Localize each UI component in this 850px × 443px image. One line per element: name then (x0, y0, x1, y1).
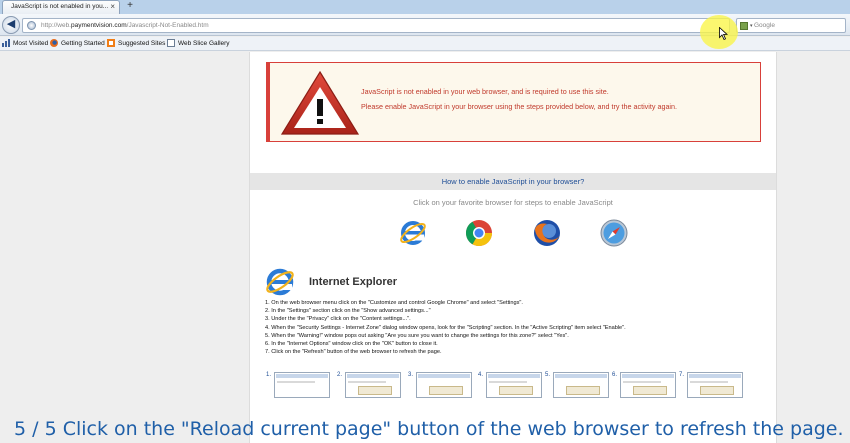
javascript-alert-box: JavaScript is not enabled in your web br… (266, 62, 761, 142)
safari-icon[interactable] (599, 218, 629, 248)
step-thumbnail[interactable]: 1. (266, 370, 330, 400)
alert-message-line2: Please enable JavaScript in your browser… (361, 102, 678, 111)
howto-heading: How to enable JavaScript in your browser… (250, 173, 776, 190)
bookmark-label: Suggested Sites (118, 40, 166, 47)
bookmark-label: Web Slice Gallery (178, 40, 230, 47)
step-thumbnail[interactable]: 3. (408, 370, 472, 400)
step-thumbnail[interactable]: 2. (337, 370, 401, 400)
thumbnail-screenshot (620, 372, 676, 398)
instruction-step: 2. In the "Settings" section click on th… (265, 308, 431, 315)
section-title: Internet Explorer (309, 276, 398, 288)
instruction-step: 7. Click on the "Refresh" button of the … (265, 349, 442, 356)
url-text[interactable]: http://web.paymentvision.com/Javascript-… (41, 20, 209, 32)
step-thumbnail[interactable]: 4. (478, 370, 542, 400)
step-thumbnail[interactable]: 7. (679, 370, 743, 400)
instruction-step: 6. In the "Internet Options" window clic… (265, 341, 438, 348)
howto-subheading: Click on your favorite browser for steps… (413, 198, 613, 207)
chevron-down-icon[interactable]: ▾ (750, 20, 753, 32)
thumbnail-screenshot (687, 372, 743, 398)
internet-explorer-logo-icon (266, 268, 294, 296)
thumbnail-number: 7. (679, 372, 685, 378)
instruction-step: 1. On the web browser menu click on the … (265, 300, 523, 306)
suggested-sites-icon (107, 39, 115, 48)
url-path: /Javascript-Not-Enabled.htm (126, 22, 209, 29)
step-thumbnails: 1. 2. 3. 4. 5. 6. 7. (266, 370, 766, 400)
thumbnail-number: 5. (545, 372, 551, 378)
search-engine-icon[interactable] (740, 22, 748, 30)
chrome-icon[interactable] (464, 218, 494, 248)
step-thumbnail[interactable]: 5. (545, 370, 609, 400)
warning-triangle-icon (280, 70, 360, 135)
tab-active[interactable]: JavaScript is not enabled in you... × (2, 0, 120, 14)
instruction-step: 3. Under the the "Privacy" click on the … (265, 316, 411, 323)
thumbnail-screenshot (486, 372, 542, 398)
page-content: JavaScript is not enabled in your web br… (249, 52, 777, 443)
bookmark-web-slice-gallery[interactable]: Web Slice Gallery (167, 38, 230, 50)
thumbnail-number: 2. (337, 372, 343, 378)
most-visited-icon (2, 39, 10, 48)
bookmark-getting-started[interactable]: Getting Started (50, 38, 105, 50)
bookmark-most-visited[interactable]: Most Visited (2, 38, 48, 50)
site-identity-icon[interactable] (27, 21, 36, 30)
bookmark-label: Most Visited (13, 40, 49, 47)
url-prefix: http://web. (41, 22, 71, 29)
thumbnail-number: 6. (612, 372, 618, 378)
step-thumbnail[interactable]: 6. (612, 370, 676, 400)
address-bar[interactable]: http://web.paymentvision.com/Javascript-… (22, 18, 742, 33)
back-arrow-icon: ◀ (6, 18, 16, 30)
thumbnail-screenshot (553, 372, 609, 398)
mouse-cursor-icon (719, 26, 729, 42)
thumbnail-screenshot (274, 372, 330, 398)
url-domain: paymentvision.com (71, 22, 127, 29)
internet-explorer-icon[interactable] (398, 218, 428, 248)
bookmark-suggested-sites[interactable]: Suggested Sites (107, 38, 165, 50)
search-placeholder: Google (754, 22, 775, 29)
instructions-list: 1. On the web browser menu click on the … (265, 299, 770, 356)
instruction-step: 4. When the "Security Settings - Interne… (265, 324, 626, 331)
thumbnail-number: 4. (478, 372, 484, 378)
thumbnail-number: 1. (266, 372, 272, 378)
close-tab-icon[interactable]: × (110, 1, 115, 13)
firefox-icon[interactable] (532, 218, 562, 248)
tab-bar: JavaScript is not enabled in you... × + (0, 0, 850, 14)
thumbnail-number: 3. (408, 372, 414, 378)
new-tab-button[interactable]: + (124, 0, 136, 12)
bookmark-label: Getting Started (61, 40, 105, 47)
web-slice-icon (167, 39, 175, 48)
firefox-icon (50, 39, 58, 48)
search-box[interactable]: ▾ Google (736, 18, 846, 33)
back-button[interactable]: ◀ (2, 16, 20, 34)
tutorial-caption: 5 / 5 Click on the "Reload current page"… (14, 418, 844, 440)
thumbnail-screenshot (345, 372, 401, 398)
tab-title: JavaScript is not enabled in you... (11, 3, 109, 10)
thumbnail-screenshot (416, 372, 472, 398)
instruction-step: 5. When the "Warning!" window pops out a… (265, 332, 569, 339)
alert-message-line1: JavaScript is not enabled in your web br… (361, 87, 609, 96)
